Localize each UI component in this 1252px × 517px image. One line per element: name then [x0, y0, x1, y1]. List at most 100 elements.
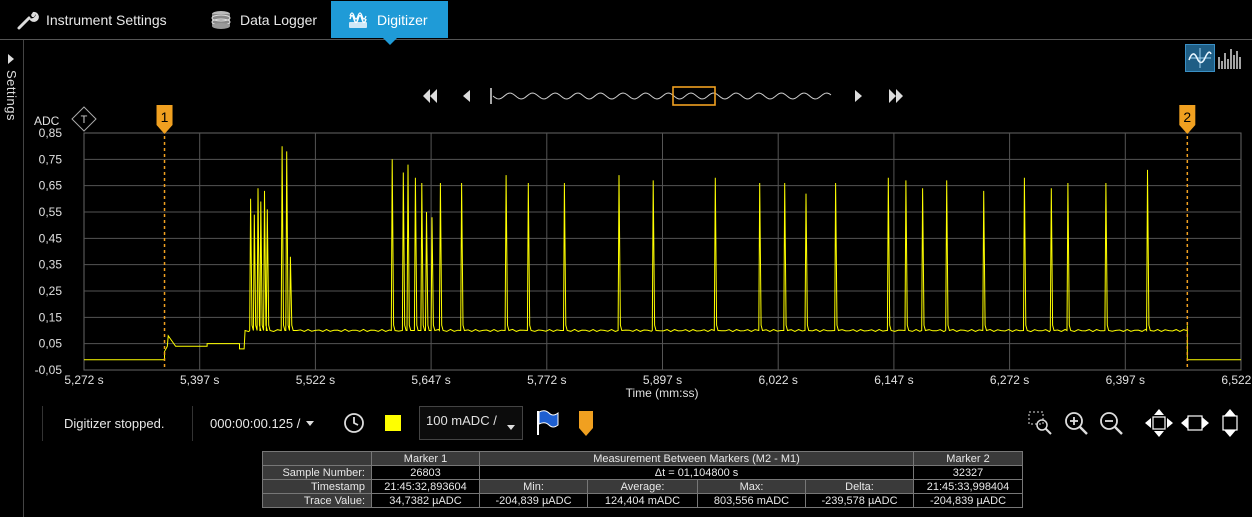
y-tick-label: -0,05	[35, 363, 63, 377]
disk-stack-icon	[208, 8, 234, 32]
fit-all-button[interactable]	[1143, 406, 1175, 440]
tab-label: Instrument Settings	[46, 11, 167, 28]
delta-t-value: Δt = 01,104800 s	[479, 465, 914, 480]
trigger-marker[interactable]: T	[71, 106, 97, 132]
tab-instrument-settings[interactable]: Instrument Settings	[0, 1, 192, 38]
divider	[192, 406, 193, 441]
row-label: Sample Number:	[262, 465, 372, 480]
delta-label: Delta:	[805, 479, 914, 494]
digitizer-plot[interactable]: 0,85 0,75 0,65 0,55 0,45 0,35 0,25 0,15 0,05 -0,0…	[0, 100, 1252, 400]
fit-horizontal-button[interactable]	[1179, 406, 1211, 440]
marker2-header: Marker 2	[913, 451, 1023, 466]
histogram-icon	[1218, 49, 1241, 69]
flag-icon	[537, 410, 559, 435]
overview-waveform	[492, 92, 832, 100]
min-value: -204,839 µADC	[479, 493, 588, 508]
row-label: Trace Value:	[262, 493, 372, 508]
divider	[42, 406, 43, 441]
marker2-sample: 32327	[913, 465, 1023, 480]
y-tick-label: 0,55	[39, 205, 63, 219]
marker1-timestamp: 21:45:32,893604	[371, 479, 480, 494]
max-label: Max:	[697, 479, 806, 494]
x-tick-label: 5,772 s	[527, 373, 566, 387]
zoom-select-button[interactable]	[1026, 406, 1054, 440]
tab-label: Data Logger	[240, 11, 318, 28]
y-tick-label: 0,65	[39, 179, 63, 193]
y-unit-label: ADC	[34, 114, 60, 128]
x-tick-label: 5,397 s	[180, 373, 219, 387]
marker2-timestamp: 21:45:33,998404	[913, 479, 1023, 494]
marker-2-label: 2	[1183, 109, 1191, 125]
x-tick-label: 6,272 s	[990, 373, 1029, 387]
row-label: Timestamp	[262, 479, 372, 494]
between-markers-header: Measurement Between Markers (M2 - M1)	[479, 451, 914, 466]
y-axis-ticks: 0,85 0,75 0,65 0,55 0,45 0,35 0,25 0,15 0,05 -0,0…	[35, 126, 63, 377]
chevron-down-icon	[306, 420, 315, 426]
flag-button[interactable]	[534, 406, 560, 440]
x-axis-label: Time (mm:ss)	[626, 386, 699, 400]
waveform-view-button[interactable]	[1185, 44, 1215, 72]
x-tick-label: 6,147 s	[874, 373, 913, 387]
x-tick-label: 6,397 s	[1106, 373, 1145, 387]
tab-digitizer[interactable]: Digitizer	[331, 1, 448, 45]
y-tick-label: 0,25	[39, 284, 63, 298]
histogram-view-button[interactable]	[1215, 44, 1245, 72]
trace-color-button[interactable]	[385, 406, 401, 440]
clock-button[interactable]	[342, 406, 366, 440]
x-tick-label: 5,647 s	[411, 373, 450, 387]
zoom-out-icon	[1100, 412, 1123, 435]
delta-value: -239,578 µADC	[805, 493, 914, 508]
amplitude-scale-dropdown[interactable]: 100 mADC /	[419, 406, 523, 440]
x-axis-ticks: 5,272 s 5,397 s 5,522 s 5,647 s 5,772 s 5,897…	[64, 373, 1252, 387]
tab-data-logger[interactable]: Data Logger	[194, 1, 329, 38]
average-value: 124,404 mADC	[587, 493, 698, 508]
y-tick-label: 0,85	[39, 126, 63, 140]
waveform-icon	[1188, 48, 1212, 68]
wrench-icon	[14, 8, 40, 32]
fit-vertical-icon	[1222, 409, 1238, 437]
time-per-div-value: 000:00:00.125 /	[210, 415, 301, 431]
trigger-label: T	[81, 114, 88, 126]
y-tick-label: 0,05	[39, 337, 63, 351]
view-mode-buttons	[1185, 44, 1245, 72]
marker-icon	[579, 411, 593, 436]
fit-vertical-button[interactable]	[1214, 406, 1246, 440]
min-label: Min:	[479, 479, 588, 494]
average-label: Average:	[587, 479, 698, 494]
x-tick-label: 5,897 s	[643, 373, 682, 387]
marker-1[interactable]: 1	[156, 105, 173, 370]
table-corner	[262, 451, 372, 466]
x-tick-label: 5,522 s	[296, 373, 335, 387]
time-per-div-dropdown[interactable]: 000:00:00.125 /	[210, 406, 315, 440]
zoom-out-button[interactable]	[1097, 406, 1125, 440]
trace-color-swatch	[385, 415, 401, 431]
marker-1-label: 1	[161, 109, 169, 125]
expand-arrow-icon	[8, 54, 14, 64]
x-tick-label: 5,272 s	[64, 373, 103, 387]
tab-bar: Instrument Settings Data Logger Digitize…	[0, 0, 1252, 45]
clock-icon	[344, 413, 364, 433]
tab-label: Digitizer	[377, 11, 428, 28]
marker1-header: Marker 1	[371, 451, 480, 466]
zoom-select-icon	[1028, 411, 1052, 435]
add-marker-button[interactable]	[576, 406, 596, 440]
max-value: 803,556 mADC	[697, 493, 806, 508]
marker2-value: -204,839 µADC	[913, 493, 1023, 508]
chevron-down-icon	[506, 425, 515, 430]
y-tick-label: 0,45	[39, 231, 63, 245]
x-tick-label: 6,022 s	[759, 373, 798, 387]
y-tick-label: 0,35	[39, 258, 63, 272]
marker1-sample: 26803	[371, 465, 480, 480]
y-tick-label: 0,75	[39, 152, 63, 166]
zoom-in-icon	[1065, 412, 1088, 435]
x-tick-label: 6,522 s	[1221, 373, 1252, 387]
digitizer-icon	[345, 8, 371, 32]
fit-horizontal-icon	[1181, 415, 1209, 431]
fit-all-icon	[1145, 409, 1173, 437]
amplitude-scale-value: 100 mADC /	[426, 413, 497, 428]
measurement-table: Marker 1 Measurement Between Markers (M2…	[262, 451, 1023, 508]
y-tick-label: 0,15	[39, 310, 63, 324]
status-text: Digitizer stopped.	[64, 416, 165, 431]
zoom-in-button[interactable]	[1062, 406, 1090, 440]
marker1-value: 34,7382 µADC	[371, 493, 480, 508]
